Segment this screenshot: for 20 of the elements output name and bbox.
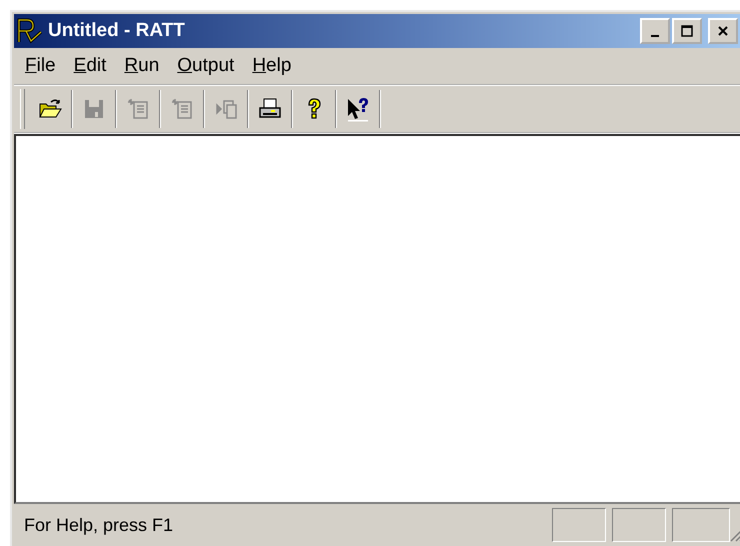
context-help-icon [345,96,371,122]
document-icon [125,96,151,122]
close-button[interactable] [708,18,738,44]
menu-item[interactable]: Run [115,55,168,77]
status-pane [672,508,730,542]
maximize-button[interactable] [672,18,702,44]
menu-item[interactable]: File [16,55,65,77]
maximize-icon [681,25,693,37]
minimize-button[interactable] [640,18,670,44]
status-text: For Help, press F1 [23,514,174,536]
close-icon [717,25,729,37]
minimize-icon [651,35,659,37]
menu-item[interactable]: Edit [64,55,116,77]
status-pane [612,508,666,542]
r-logo-icon [16,18,44,44]
menu-item[interactable]: Help [243,55,300,77]
menu-item[interactable]: Output [168,55,244,77]
window-title: Untitled - RATT [48,20,186,42]
status-pane [552,508,606,542]
document-icon [169,96,195,122]
